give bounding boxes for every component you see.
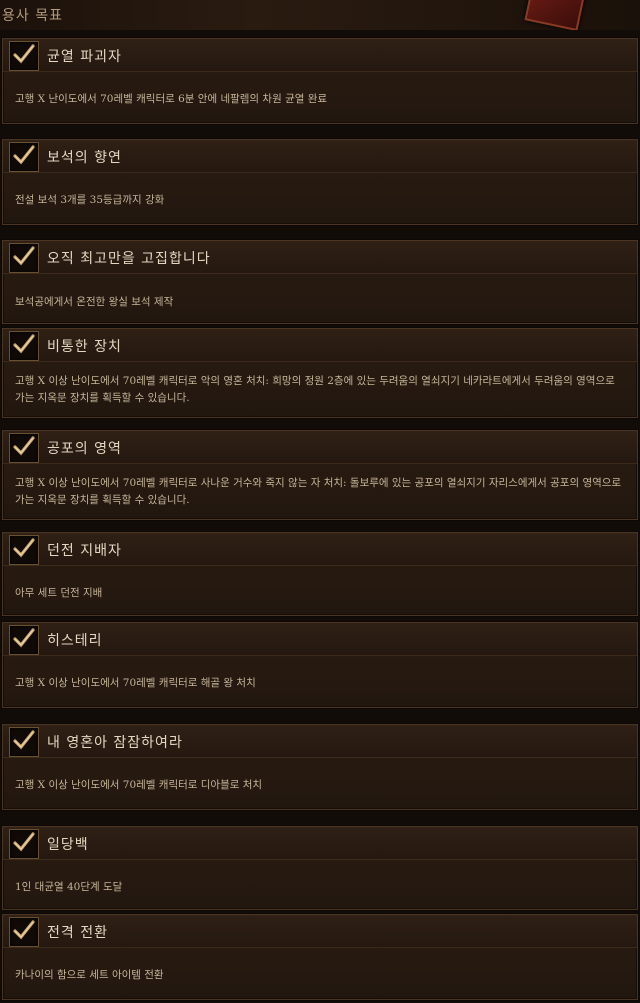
section-header: 용사 목표: [0, 0, 640, 30]
achievement-item[interactable]: 내 영혼아 잠잠하여라 고행 X 이상 난이도에서 70레벨 캐릭터로 디아블로…: [2, 724, 638, 810]
achievement-name: 히스테리: [47, 633, 103, 649]
achievement-description: 카나이의 함으로 세트 아이템 전환: [15, 969, 164, 981]
achievement-name: 공포의 영역: [47, 441, 122, 457]
achievement-title-row: 전격 전환: [3, 915, 637, 948]
achievement-item[interactable]: 보석의 향연 전설 보석 3개를 35등급까지 강화: [2, 139, 638, 225]
checkmark-icon: [9, 142, 39, 172]
achievement-description: 전설 보석 3개를 35등급까지 강화: [15, 194, 165, 206]
achievement-name: 비통한 장치: [47, 339, 122, 355]
achievement-description: 보석공에게서 온전한 왕실 보석 제작: [15, 296, 174, 308]
achievement-item[interactable]: 공포의 영역 고행 X 이상 난이도에서 70레벨 캐릭터로 사나운 거수와 죽…: [2, 430, 638, 520]
achievement-description: 고행 X 이상 난이도에서 70레벨 캐릭터로 디아블로 처치: [15, 779, 263, 791]
checkmark-icon: [9, 41, 39, 71]
checkmark-icon: [9, 331, 39, 361]
achievement-title-row: 내 영혼아 잠잠하여라: [3, 725, 637, 758]
achievement-title-row: 히스테리: [3, 623, 637, 656]
achievement-item[interactable]: 오직 최고만을 고집합니다 보석공에게서 온전한 왕실 보석 제작: [2, 240, 638, 324]
achievement-description: 아무 세트 던전 지배: [15, 587, 103, 599]
checkmark-icon: [9, 917, 39, 947]
achievement-description: 고행 X 이상 난이도에서 70레벨 캐릭터로 악의 영혼 처치: 희망의 정원…: [15, 375, 615, 404]
achievement-description: 고행 X 이상 난이도에서 70레벨 캐릭터로 해골 왕 처치: [15, 677, 256, 689]
achievement-description: 고행 X 난이도에서 70레벨 캐릭터로 6분 안에 네팔렘의 차원 균열 완료: [15, 93, 328, 105]
checkmark-icon: [9, 243, 39, 273]
achievement-description: 고행 X 이상 난이도에서 70레벨 캐릭터로 사나운 거수와 죽지 않는 자 …: [15, 477, 622, 506]
section-title: 용사 목표: [2, 8, 63, 24]
achievement-item[interactable]: 전격 전환 카나이의 함으로 세트 아이템 전환: [2, 914, 638, 1000]
achievement-title-row: 비통한 장치: [3, 329, 637, 362]
checkmark-icon: [9, 535, 39, 565]
achievement-item[interactable]: 던전 지배자 아무 세트 던전 지배: [2, 532, 638, 616]
achievement-title-row: 공포의 영역: [3, 431, 637, 464]
checkmark-icon: [9, 625, 39, 655]
achievement-item[interactable]: 히스테리 고행 X 이상 난이도에서 70레벨 캐릭터로 해골 왕 처치: [2, 622, 638, 708]
achievement-title-row: 던전 지배자: [3, 533, 637, 566]
achievement-name: 일당백: [47, 837, 89, 853]
achievement-item[interactable]: 일당백 1인 대균열 40단계 도달: [2, 826, 638, 910]
crest-emblem-icon: [524, 0, 586, 30]
achievement-title-row: 오직 최고만을 고집합니다: [3, 241, 637, 274]
achievement-item[interactable]: 비통한 장치 고행 X 이상 난이도에서 70레벨 캐릭터로 악의 영혼 처치:…: [2, 328, 638, 418]
achievement-title-row: 일당백: [3, 827, 637, 860]
checkmark-icon: [9, 727, 39, 757]
achievement-name: 오직 최고만을 고집합니다: [47, 251, 211, 267]
achievement-name: 내 영혼아 잠잠하여라: [47, 735, 183, 751]
checkmark-icon: [9, 829, 39, 859]
achievement-name: 전격 전환: [47, 925, 108, 941]
achievement-item[interactable]: 균열 파괴자 고행 X 난이도에서 70레벨 캐릭터로 6분 안에 네팔렘의 차…: [2, 38, 638, 124]
achievement-description: 1인 대균열 40단계 도달: [15, 881, 123, 893]
achievement-name: 균열 파괴자: [47, 49, 122, 65]
achievement-name: 보석의 향연: [47, 150, 122, 166]
checkmark-icon: [9, 433, 39, 463]
achievement-title-row: 균열 파괴자: [3, 39, 637, 72]
achievement-title-row: 보석의 향연: [3, 140, 637, 173]
achievement-name: 던전 지배자: [47, 543, 122, 559]
